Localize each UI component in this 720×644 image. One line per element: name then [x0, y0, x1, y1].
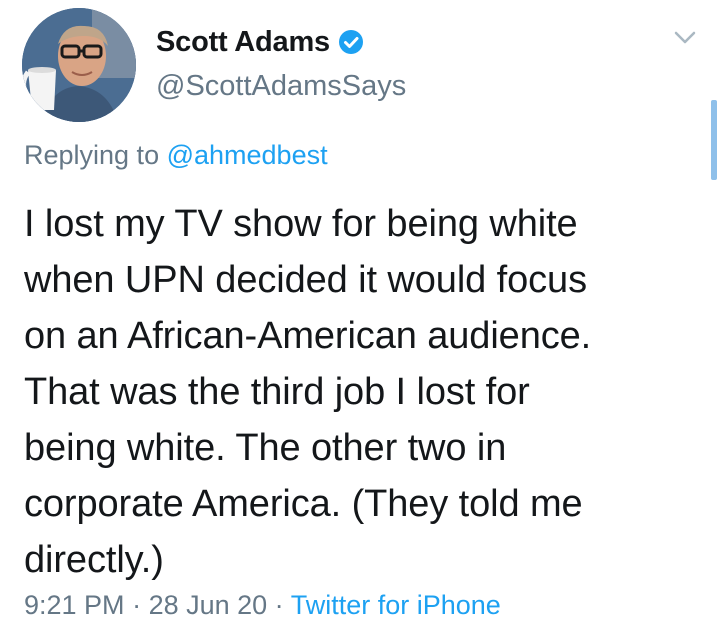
author-name-row: Scott Adams: [156, 22, 364, 62]
tweet-time[interactable]: 9:21 PM: [24, 590, 125, 620]
tweet-text-line: on an African-American audience.: [24, 315, 592, 357]
meta-separator: ·: [267, 590, 291, 620]
author-name[interactable]: Scott Adams: [156, 26, 330, 59]
tweet-source-link[interactable]: Twitter for iPhone: [291, 590, 501, 620]
reply-prefix: Replying to: [24, 140, 167, 170]
tweet-text-line: when UPN decided it would focus: [24, 259, 587, 301]
tweet-card: Scott Adams @ScottAdamsSays Replying to …: [0, 0, 720, 644]
tweet-text-line: corporate America. (They told me: [24, 483, 583, 525]
tweet-metadata: 9:21 PM · 28 Jun 20 · Twitter for iPhone: [24, 590, 501, 621]
meta-separator: ·: [124, 590, 149, 620]
verified-badge-icon: [338, 29, 364, 55]
author-handle[interactable]: @ScottAdamsSays: [156, 70, 406, 103]
tweet-text: I lost my TV show for being white when U…: [24, 196, 714, 588]
chevron-down-icon[interactable]: [670, 26, 700, 48]
tweet-text-line: I lost my TV show for being white: [24, 203, 578, 245]
tweet-text-line: being white. The other two in: [24, 427, 507, 469]
avatar[interactable]: [22, 8, 136, 122]
scrollbar[interactable]: [711, 100, 717, 180]
tweet-date[interactable]: 28 Jun 20: [149, 590, 268, 620]
tweet-text-line: That was the third job I lost for: [24, 371, 530, 413]
reply-mention-link[interactable]: @ahmedbest: [167, 140, 328, 170]
tweet-text-line: directly.): [24, 539, 164, 581]
reply-context: Replying to @ahmedbest: [24, 140, 328, 171]
